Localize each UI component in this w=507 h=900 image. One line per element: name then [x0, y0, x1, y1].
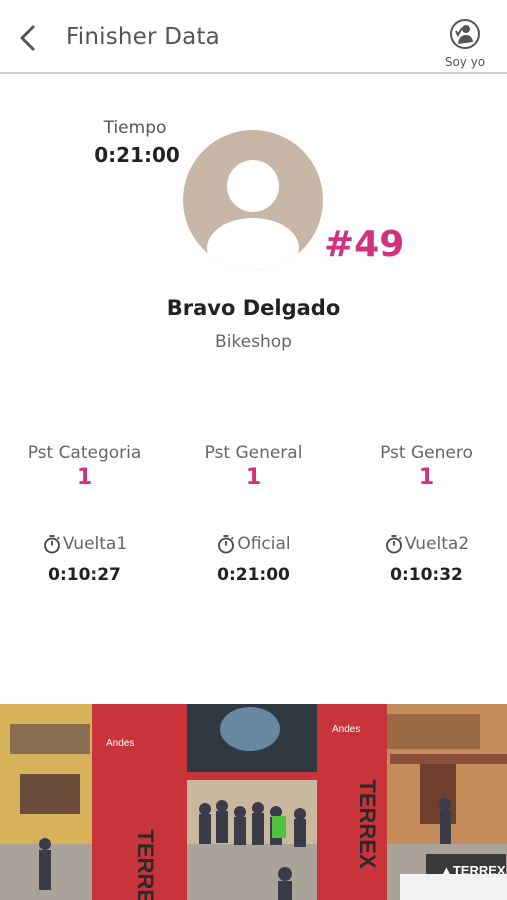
bib-number: #49 [324, 224, 405, 265]
lap-label-wrap: Oficial [216, 534, 291, 554]
stopwatch-icon [218, 535, 235, 554]
lap-label-wrap: Vuelta2 [384, 534, 469, 554]
user-placeholder-icon [207, 160, 299, 270]
sponsor-left: Andes [106, 738, 134, 749]
soy-yo-label: Soy yo [444, 55, 486, 69]
arch-brand-right: TERREX [355, 779, 380, 869]
positions-row: Pst Categoria 1 Pst General 1 Pst Genero… [0, 443, 507, 503]
stat-label: Pst General [204, 443, 303, 463]
soy-yo-button[interactable]: Soy yo [439, 18, 491, 69]
stopwatch-icon [43, 535, 60, 554]
lap-value: 0:10:27 [48, 565, 121, 585]
finish-photo[interactable]: TERREX TERREX Andes Andes ▲TERREX [0, 704, 507, 900]
lap-label: Oficial [237, 534, 291, 554]
laps-row: Vuelta1 0:10:27 Oficial 0:21:00 Vuelta2 [0, 534, 507, 594]
stat-value: 1 [418, 465, 435, 490]
stat-label: Pst Genero [380, 443, 473, 463]
lap-label: Vuelta1 [62, 534, 128, 554]
back-button[interactable] [10, 20, 46, 56]
lap-label-wrap: Vuelta1 [42, 534, 127, 554]
athlete-club: Bikeshop [215, 332, 292, 352]
athlete-name: Bravo Delgado [166, 296, 341, 320]
lap-oficial: Oficial 0:21:00 [169, 534, 338, 585]
header-divider [0, 72, 507, 74]
lap-vuelta2: Vuelta2 0:10:32 [342, 534, 507, 585]
sponsor-right: Andes [332, 724, 360, 735]
app-header: Finisher Data Soy yo [0, 0, 507, 74]
stat-label: Pst Categoria [27, 443, 142, 463]
avatar [183, 130, 323, 270]
stat-pst-categoria: Pst Categoria 1 [0, 443, 169, 490]
finish-photo-illustration: TERREX TERREX Andes Andes ▲TERREX [0, 704, 507, 900]
stat-pst-genero: Pst Genero 1 [342, 443, 507, 490]
lap-vuelta1: Vuelta1 0:10:27 [0, 534, 169, 585]
page-title: Finisher Data [66, 24, 220, 50]
stopwatch-icon [385, 535, 402, 554]
arch-brand-left: TERREX [133, 829, 158, 900]
stat-value: 1 [245, 465, 262, 490]
stat-pst-general: Pst General 1 [169, 443, 338, 490]
tiempo-value: 0:21:00 [94, 143, 180, 167]
tiempo-label: Tiempo [103, 118, 167, 138]
user-check-icon [450, 19, 480, 49]
lap-value: 0:10:32 [390, 565, 463, 585]
chevron-left-icon [20, 25, 35, 51]
lap-value: 0:21:00 [217, 565, 290, 585]
lap-label: Vuelta2 [404, 534, 470, 554]
stat-value: 1 [76, 465, 93, 490]
